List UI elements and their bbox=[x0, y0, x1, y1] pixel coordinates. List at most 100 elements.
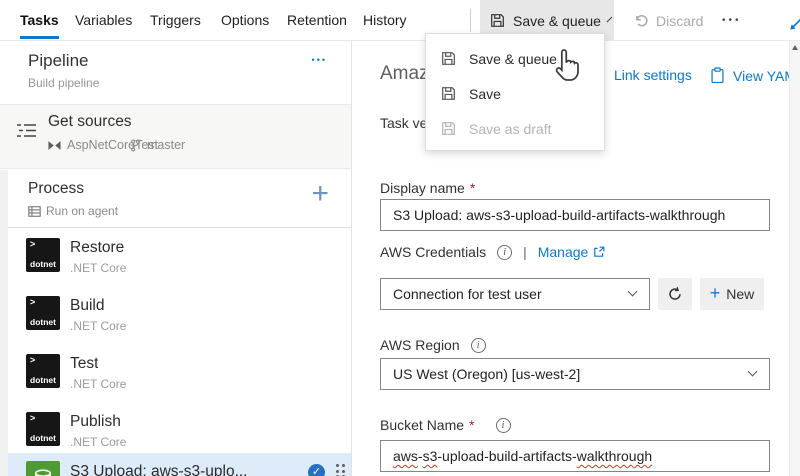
save-dropdown-menu: Save & queue Save Save as draft bbox=[425, 33, 605, 151]
task-row-s3-upload-selected[interactable]: S3 Upload: aws-s3-uplo ✓ bbox=[8, 453, 351, 476]
pipeline-title: Pipeline bbox=[28, 51, 89, 71]
label-text: AWS Region bbox=[380, 337, 460, 353]
dotnet-chevron: > bbox=[30, 355, 35, 365]
aws-credentials-row: AWS Credentials i | Manage bbox=[380, 244, 605, 260]
pipeline-toolbar: Tasks Variables Triggers Options Retenti… bbox=[0, 0, 800, 41]
tab-tasks[interactable]: Tasks bbox=[20, 0, 59, 41]
link-settings-button[interactable]: Link settings bbox=[590, 67, 692, 83]
dotnet-label: dotnet bbox=[26, 259, 60, 269]
visual-studio-icon bbox=[48, 140, 61, 151]
new-label: New bbox=[726, 286, 754, 302]
menu-item-save-and-queue[interactable]: Save & queue bbox=[426, 41, 604, 76]
s3-bucket-icon bbox=[26, 461, 60, 476]
pipeline-sidebar: Pipeline Build pipeline ••• Get sources … bbox=[0, 41, 352, 476]
task-row-test[interactable]: > dotnet Test .NET Core bbox=[8, 349, 351, 407]
sidebar-scrollbar[interactable] bbox=[0, 170, 8, 476]
aws-region-value: US West (Oregon) [us-west-2] bbox=[393, 366, 580, 382]
dotnet-label: dotnet bbox=[26, 433, 60, 443]
get-sources-item[interactable]: Get sources AspNetCoreTest master bbox=[0, 104, 351, 169]
save-icon bbox=[441, 86, 456, 101]
display-name-input[interactable]: S3 Upload: aws-s3-upload-build-artifacts… bbox=[380, 199, 770, 231]
task-subtitle: .NET Core bbox=[70, 435, 126, 449]
plus-icon: + bbox=[710, 283, 721, 304]
scrollbar-up-arrow[interactable] bbox=[792, 45, 798, 50]
aws-credentials-value: Connection for test user bbox=[393, 286, 542, 302]
discard-label: Discard bbox=[656, 13, 703, 29]
display-name-value: S3 Upload: aws-s3-upload-build-artifacts… bbox=[393, 207, 725, 223]
required-asterisk: * bbox=[470, 180, 475, 196]
chevron-down-icon bbox=[748, 367, 758, 377]
menu-item-save[interactable]: Save bbox=[426, 76, 604, 111]
fullscreen-arrows-icon[interactable] bbox=[786, 10, 800, 34]
save-icon bbox=[441, 121, 456, 136]
more-actions-button[interactable]: ••• bbox=[722, 0, 742, 41]
menu-item-save-as-draft: Save as draft bbox=[426, 111, 604, 146]
dotnet-icon: > dotnet bbox=[26, 354, 60, 388]
process-subtitle: Run on agent bbox=[46, 204, 118, 218]
clipboard-icon bbox=[710, 67, 725, 84]
menu-item-label: Save & queue bbox=[469, 51, 557, 67]
chevron-down-icon bbox=[607, 16, 613, 22]
aws-credentials-select[interactable]: Connection for test user bbox=[380, 278, 650, 310]
new-credentials-button[interactable]: + New bbox=[700, 278, 764, 310]
dotnet-label: dotnet bbox=[26, 375, 60, 385]
task-title: Build bbox=[70, 297, 104, 315]
toolbar-divider bbox=[470, 9, 471, 32]
task-title: Test bbox=[70, 355, 98, 373]
dotnet-label: dotnet bbox=[26, 317, 60, 327]
refresh-icon bbox=[667, 286, 683, 302]
branch-label: master bbox=[147, 138, 185, 152]
bucket-name-value: aws-s3-upload-build-artifacts-walkthroug… bbox=[393, 448, 652, 464]
menu-item-label: Save bbox=[469, 86, 501, 102]
link-settings-label: Link settings bbox=[614, 67, 692, 83]
dotnet-chevron: > bbox=[30, 413, 35, 423]
tab-variables[interactable]: Variables bbox=[75, 0, 132, 41]
panel-scrollbar[interactable] bbox=[789, 41, 800, 476]
drag-grip-icon[interactable] bbox=[336, 464, 345, 476]
aws-region-label: AWS Region i bbox=[380, 337, 486, 353]
info-icon[interactable]: i bbox=[497, 245, 512, 260]
task-title: Publish bbox=[70, 413, 121, 431]
dotnet-chevron: > bbox=[30, 297, 35, 307]
undo-icon bbox=[634, 13, 649, 28]
aws-credentials-label: AWS Credentials bbox=[380, 244, 486, 260]
dotnet-icon: > dotnet bbox=[26, 412, 60, 446]
task-title: S3 Upload: aws-s3-uplo bbox=[70, 463, 247, 476]
view-yaml-button[interactable]: View YAML bbox=[710, 67, 800, 84]
tab-options[interactable]: Options bbox=[221, 0, 269, 41]
tab-triggers[interactable]: Triggers bbox=[150, 0, 201, 41]
label-text: Display name bbox=[380, 180, 465, 196]
dotnet-chevron: > bbox=[30, 239, 35, 249]
task-subtitle: .NET Core bbox=[70, 319, 126, 333]
task-row-restore[interactable]: > dotnet Restore .NET Core bbox=[8, 233, 351, 291]
refresh-credentials-button[interactable] bbox=[658, 278, 692, 310]
task-row-build[interactable]: > dotnet Build .NET Core bbox=[8, 291, 351, 349]
pipeline-more-button[interactable]: ••• bbox=[312, 55, 327, 65]
required-asterisk: * bbox=[469, 417, 474, 433]
dotnet-icon: > dotnet bbox=[26, 296, 60, 330]
save-icon bbox=[441, 51, 456, 66]
task-subtitle: .NET Core bbox=[70, 261, 126, 275]
task-subtitle: .NET Core bbox=[70, 377, 126, 391]
manage-label: Manage bbox=[538, 244, 589, 260]
process-header[interactable]: Process Run on agent + bbox=[8, 175, 351, 228]
agent-icon bbox=[28, 206, 41, 217]
chevron-down-icon bbox=[628, 287, 638, 297]
manage-link[interactable]: Manage bbox=[538, 244, 606, 260]
info-icon[interactable]: i bbox=[471, 338, 486, 353]
info-icon[interactable]: i bbox=[496, 418, 511, 433]
task-title: Restore bbox=[70, 239, 124, 257]
tab-history[interactable]: History bbox=[363, 0, 407, 41]
label-text: Bucket Name bbox=[380, 417, 464, 433]
add-task-button[interactable]: + bbox=[311, 179, 329, 209]
discard-button[interactable]: Discard bbox=[634, 0, 703, 41]
branch-icon bbox=[130, 139, 141, 152]
get-sources-title: Get sources bbox=[48, 113, 132, 131]
menu-item-label: Save as draft bbox=[469, 121, 552, 137]
tab-retention[interactable]: Retention bbox=[287, 0, 347, 41]
save-icon bbox=[490, 13, 505, 28]
branch-name: master bbox=[130, 138, 185, 152]
bucket-name-input[interactable]: aws-s3-upload-build-artifacts-walkthroug… bbox=[380, 440, 770, 472]
display-name-label: Display name * bbox=[380, 180, 475, 196]
aws-region-select[interactable]: US West (Oregon) [us-west-2] bbox=[380, 358, 770, 390]
